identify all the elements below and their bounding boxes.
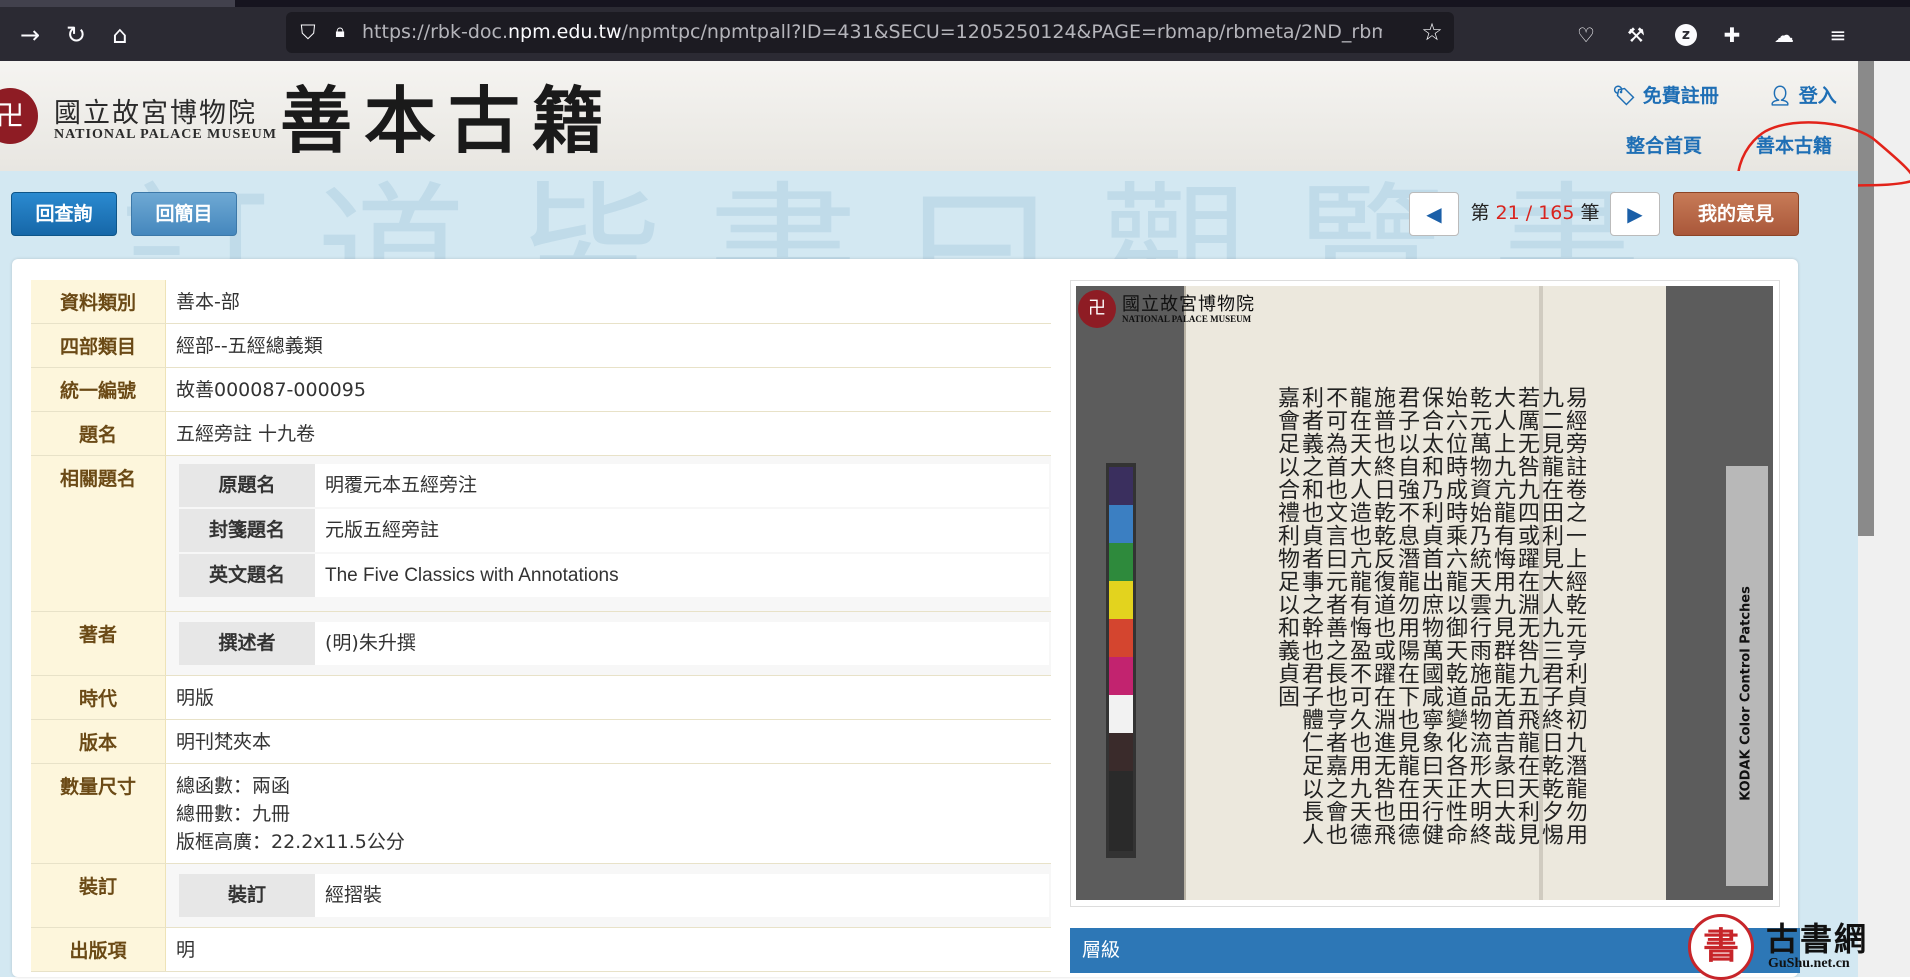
menu-icon[interactable]: ≡ [1824, 21, 1852, 49]
meta-row-related-titles: 相關題名 原題名 明覆元本五經旁注 封箋題名 元版五經旁註 英文題名 The F… [31, 456, 1051, 612]
url-text[interactable]: https://rbk-doc.npm.edu.tw/npmtpc/npmtpa… [362, 12, 1382, 53]
author-writer: 撰述者 (明)朱升撰 [179, 622, 1049, 665]
book-scan-image[interactable]: 易經旁註卷之一上經乾元亨利貞初九潛龍勿用九二見龍在田利見大人九三君子終日乾乾夕惕… [1076, 286, 1773, 900]
meta-row-author: 著者 撰述者 (明)朱升撰 [31, 612, 1051, 676]
feedback-button[interactable]: 我的意見 [1673, 192, 1799, 236]
login-link[interactable]: 👤︎ 登入 [1768, 81, 1837, 108]
home-icon[interactable]: ⌂ [104, 19, 136, 51]
user-icon: 👤︎ [1768, 85, 1799, 107]
active-tab-edge[interactable] [0, 0, 235, 7]
color-calibration-bar [1106, 463, 1136, 858]
caret-left-icon: ◀ [1426, 202, 1442, 226]
meta-row-publish: 出版項 明 [31, 928, 1051, 972]
meta-row-id: 統一編號 故善000087-000095 [31, 368, 1051, 412]
meta-row-siku: 四部類目 經部--五經總義類 [31, 324, 1051, 368]
url-bar[interactable]: ⛉ 🔒︎ https://rbk-doc.npm.edu.tw/npmtpc/n… [286, 12, 1454, 53]
site-title: 善本古籍 [280, 78, 617, 163]
register-link[interactable]: 🏷︎ 免費註冊 [1612, 81, 1719, 108]
museum-name-zh[interactable]: 國立故宮博物院 [54, 91, 257, 130]
integrated-home-link[interactable]: 整合首頁 [1626, 131, 1702, 158]
related-title-label: 封箋題名 元版五經旁註 [179, 509, 1049, 552]
current-record: 21 [1495, 202, 1520, 224]
gushu-logo-icon: 書 [1688, 914, 1754, 980]
bookmark-star-icon[interactable]: ☆ [1418, 18, 1446, 46]
back-to-list-button[interactable]: 回簡目 [131, 192, 237, 236]
book-page: 易經旁註卷之一上經乾元亨利貞初九潛龍勿用九二見龍在田利見大人九三君子終日乾乾夕惕… [1184, 286, 1666, 900]
meta-row-size: 數量尺寸 總函數：兩函 總冊數：九冊 版框高廣：22.2x11.5公分 [31, 764, 1051, 864]
meta-row-title: 題名 五經旁註 十九卷 [31, 412, 1051, 456]
lock-icon[interactable]: 🔒︎ [330, 20, 350, 44]
caret-right-icon: ▶ [1627, 202, 1643, 226]
meta-row-edition: 版本 明刊梵夾本 [31, 720, 1051, 764]
record-counter: 第 21 / 165 筆 [1470, 202, 1600, 224]
back-to-search-button[interactable]: 回查詢 [11, 192, 117, 236]
corner-watermark: 書 古書網 GuShu.net.cn [1688, 914, 1910, 980]
binding-sub: 裝訂 經摺裝 [179, 874, 1049, 917]
meta-row-era: 時代 明版 [31, 676, 1051, 720]
next-record-button[interactable]: ▶ [1610, 192, 1660, 236]
prev-record-button[interactable]: ◀ [1409, 192, 1459, 236]
museum-seal-small-icon: 卍 [1078, 290, 1116, 328]
pocket-icon[interactable]: ♡ [1572, 21, 1600, 49]
rare-books-link[interactable]: 善本古籍 [1756, 131, 1832, 158]
meta-row-binding: 裝訂 裝訂 經摺裝 [31, 864, 1051, 928]
tag-icon: 🏷︎ [1612, 85, 1643, 107]
related-title-english: 英文題名 The Five Classics with Annotations [179, 554, 1049, 597]
scrollbar-thumb[interactable] [1858, 61, 1874, 536]
museum-name-en[interactable]: NATIONAL PALACE MUSEUM [54, 127, 277, 143]
browser-tab-strip [0, 0, 1910, 7]
reload-icon[interactable]: ↻ [60, 19, 92, 51]
meta-row-type: 資料類別 善本-部 [31, 280, 1051, 324]
classical-text: 易經旁註卷之一上經乾元亨利貞初九潛龍勿用九二見龍在田利見大人九三君子終日乾乾夕惕… [1274, 386, 1586, 846]
page-scrollbar[interactable] [1858, 61, 1910, 977]
scan-museum-logo: 卍 國立故宮博物院 NATIONAL PALACE MUSEUM [1078, 288, 1278, 330]
shield-icon[interactable]: ⛉ [296, 20, 320, 44]
wrench-icon[interactable]: ⚒ [1622, 21, 1650, 49]
account-z-icon[interactable]: z [1675, 24, 1697, 46]
forward-icon[interactable]: → [14, 19, 46, 51]
site-header: 卍 國立故宮博物院 NATIONAL PALACE MUSEUM 善本古籍 🏷︎… [0, 61, 1910, 206]
scan-viewer[interactable]: 易經旁註卷之一上經乾元亨利貞初九潛龍勿用九二見龍在田利見大人九三君子終日乾乾夕惕… [1070, 280, 1780, 907]
total-records: 165 [1538, 202, 1575, 224]
related-title-original: 原題名 明覆元本五經旁注 [179, 464, 1049, 507]
puzzle-icon[interactable]: ✚ [1718, 21, 1746, 49]
museum-seal-icon[interactable]: 卍 [0, 88, 38, 144]
extensions-icon[interactable]: ☁ [1770, 21, 1798, 49]
kodak-control-strip: KODAK Color Control Patches [1726, 466, 1768, 886]
browser-toolbar: → ↻ ⌂ ⛉ 🔒︎ https://rbk-doc.npm.edu.tw/np… [0, 7, 1910, 61]
